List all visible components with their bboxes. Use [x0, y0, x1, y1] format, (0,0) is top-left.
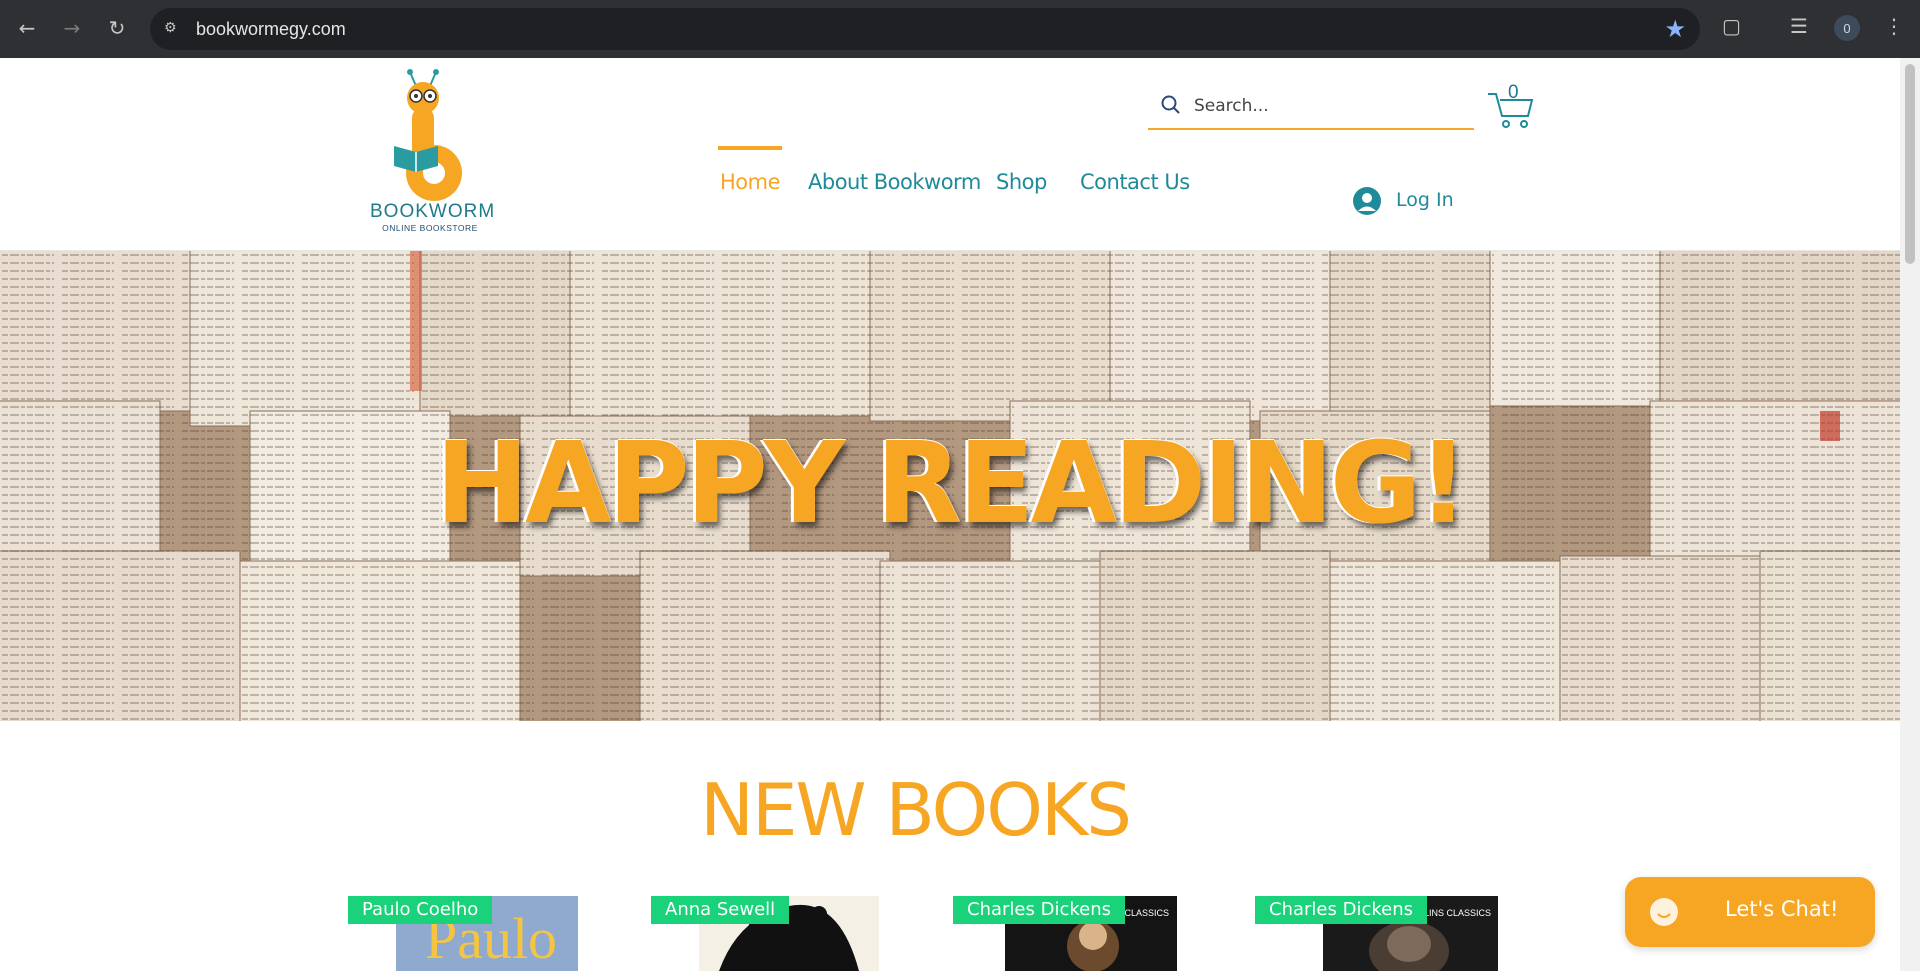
logo-tagline: ONLINE BOOKSTORE: [382, 223, 478, 233]
hero-banner: HAPPY READING!: [0, 251, 1900, 721]
book-card[interactable]: COLLINS CLASSICS Charles Dickens: [953, 896, 1191, 971]
new-books-title: NEW BOOKS: [700, 768, 1132, 852]
user-icon: [1353, 187, 1381, 215]
extensions-icon[interactable]: ▢: [1722, 14, 1741, 38]
author-tag[interactable]: Charles Dickens: [1255, 896, 1427, 924]
nav-item-shop[interactable]: Shop: [996, 170, 1047, 194]
logo-name: BOOKWORM: [370, 201, 496, 222]
hero-title: HAPPY READING!: [435, 419, 1469, 549]
page: BOOKWORM ONLINE BOOKSTORE 0 Home About B…: [0, 58, 1900, 971]
site-header: BOOKWORM ONLINE BOOKSTORE 0 Home About B…: [0, 58, 1900, 251]
back-icon[interactable]: ←: [12, 13, 42, 43]
bookmark-star-icon[interactable]: ★: [1664, 15, 1686, 43]
nav-item-home[interactable]: Home: [720, 170, 781, 194]
cart-button[interactable]: 0: [1486, 82, 1534, 130]
profile-avatar[interactable]: 0: [1834, 15, 1860, 41]
chat-smile-icon: [1650, 898, 1678, 926]
browser-toolbar: ← → ↻ ⚙ bookwormegy.com ★ ▢ ☰ 0 ⋮: [0, 0, 1920, 58]
scrollbar-thumb[interactable]: [1905, 64, 1915, 264]
media-control-icon[interactable]: ☰: [1790, 14, 1808, 38]
nav-item-contact[interactable]: Contact Us: [1080, 170, 1190, 194]
search-icon[interactable]: [1160, 94, 1182, 116]
login-label: Log In: [1396, 189, 1454, 211]
author-tag[interactable]: Charles Dickens: [953, 896, 1125, 924]
browser-menu-icon[interactable]: ⋮: [1884, 14, 1904, 38]
forward-icon[interactable]: →: [57, 13, 87, 43]
active-nav-indicator: [718, 146, 782, 150]
search-bar[interactable]: [1148, 84, 1474, 130]
site-info-icon[interactable]: ⚙: [164, 20, 182, 38]
reload-icon[interactable]: ↻: [102, 13, 132, 43]
chat-label: Let's Chat!: [1725, 897, 1839, 921]
author-tag[interactable]: Anna Sewell: [651, 896, 790, 924]
search-input[interactable]: [1192, 90, 1466, 122]
author-tag[interactable]: Paulo Coelho: [348, 896, 493, 924]
page-scrollbar[interactable]: [1900, 58, 1920, 971]
chat-widget-button[interactable]: Let's Chat!: [1625, 877, 1875, 947]
book-card[interactable]: Paulo Paulo Coelho: [348, 896, 586, 971]
cart-count: 0: [1508, 82, 1519, 103]
nav-item-about[interactable]: About Bookworm: [808, 170, 981, 194]
book-card[interactable]: COLLINS CLASSICS Charles Dickens: [1255, 896, 1498, 971]
url-text[interactable]: bookwormegy.com: [196, 19, 346, 40]
book-card[interactable]: Anna Sewell: [651, 896, 889, 971]
logo-text: BOOKWORM ONLINE BOOKSTORE: [370, 201, 496, 233]
address-bar[interactable]: ⚙ bookwormegy.com ★: [150, 8, 1700, 50]
